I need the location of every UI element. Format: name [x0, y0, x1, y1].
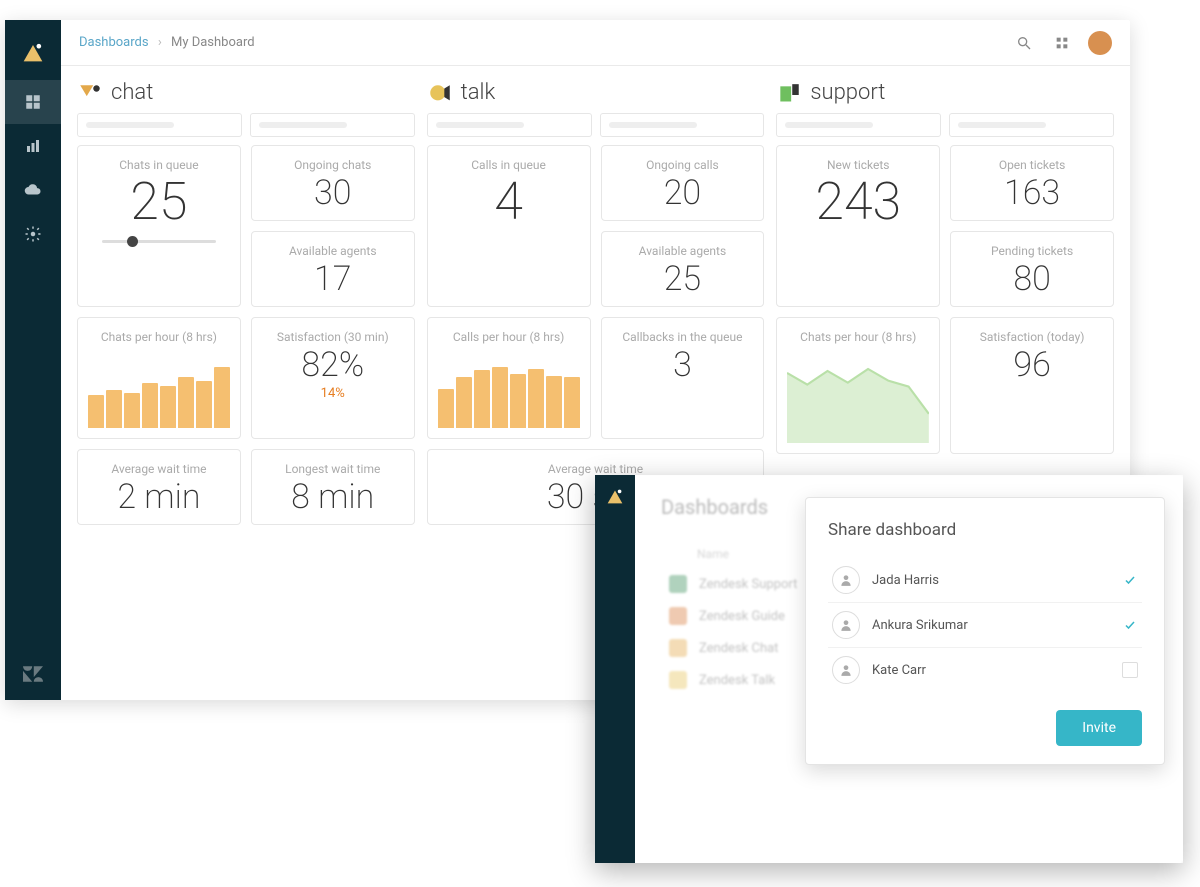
threshold-slider[interactable] — [102, 240, 215, 243]
chat-filter-row — [77, 113, 415, 137]
share-user-row[interactable]: Ankura Srikumar — [828, 603, 1142, 648]
user-avatar[interactable] — [1088, 31, 1112, 55]
filter-pill[interactable] — [250, 113, 415, 137]
share-user-name: Jada Harris — [872, 573, 1122, 588]
card-calls-in-queue[interactable]: Calls in queue 4 — [427, 145, 591, 307]
share-modal: Share dashboard Jada Harris Ankura Sriku… — [805, 497, 1165, 765]
card-satisfaction-support[interactable]: Satisfaction (today) 96 — [950, 317, 1114, 454]
support-header: support — [776, 80, 1114, 105]
card-chats-per-hour[interactable]: Chats per hour (8 hrs) — [77, 317, 241, 439]
card-ongoing-chats[interactable]: Ongoing chats 30 — [251, 145, 415, 221]
product-logo-icon — [19, 38, 47, 66]
card-open-tickets[interactable]: Open tickets 163 — [950, 145, 1114, 221]
sidebar-item-settings[interactable] — [5, 212, 61, 256]
dashboard-name: Zendesk Talk — [699, 673, 775, 688]
search-icon[interactable] — [1012, 31, 1036, 55]
card-pending-tickets[interactable]: Pending tickets 80 — [950, 231, 1114, 307]
invite-button[interactable]: Invite — [1056, 710, 1142, 746]
share-user-name: Kate Carr — [872, 663, 1122, 678]
product-icon — [669, 639, 687, 657]
card-label: Chats in queue — [119, 158, 198, 172]
product-icon — [669, 575, 687, 593]
grid-icon[interactable] — [1050, 31, 1074, 55]
user-icon — [832, 656, 860, 684]
product-icon — [669, 671, 687, 689]
user-icon — [832, 566, 860, 594]
card-value: 25 — [130, 176, 187, 228]
card-available-agents-talk[interactable]: Available agents 25 — [601, 231, 765, 307]
share-user-row[interactable]: Kate Carr — [828, 648, 1142, 692]
filter-pill[interactable] — [949, 113, 1114, 137]
breadcrumb-current: My Dashboard — [171, 35, 255, 50]
sidebar — [5, 20, 61, 700]
breadcrumb[interactable]: Dashboards › My Dashboard — [79, 35, 255, 50]
chat-column: chat Chats in queue 25 Ongoing chats 30 — [77, 80, 415, 700]
filter-pill[interactable] — [77, 113, 242, 137]
filter-pill[interactable] — [427, 113, 592, 137]
card-callbacks[interactable]: Callbacks in the queue 3 — [601, 317, 765, 439]
topbar: Dashboards › My Dashboard — [61, 20, 1130, 66]
share-user-name: Ankura Srikumar — [872, 618, 1122, 633]
product-icon — [669, 607, 687, 625]
product-logo-icon — [604, 485, 626, 507]
dashboard-name: Zendesk Support — [699, 577, 797, 592]
share-modal-title: Share dashboard — [828, 520, 1142, 540]
card-calls-per-hour[interactable]: Calls per hour (8 hrs) — [427, 317, 591, 439]
sidebar-item-reports[interactable] — [5, 124, 61, 168]
breadcrumb-root[interactable]: Dashboards — [79, 35, 149, 50]
chat-icon — [77, 82, 103, 104]
filter-pill[interactable] — [776, 113, 941, 137]
sidebar-item-cloud[interactable] — [5, 168, 61, 212]
card-chats-in-queue[interactable]: Chats in queue 25 — [77, 145, 241, 307]
dashboard-name: Zendesk Chat — [699, 641, 778, 656]
zendesk-logo-icon — [23, 666, 43, 686]
support-icon — [776, 82, 802, 104]
filter-pill[interactable] — [600, 113, 765, 137]
card-longest-wait-chat[interactable]: Longest wait time 8 min — [251, 449, 415, 525]
card-avg-wait-chat[interactable]: Average wait time 2 min — [77, 449, 241, 525]
user-icon — [832, 611, 860, 639]
dashboard-name: Zendesk Guide — [699, 609, 785, 624]
checkbox-empty[interactable] — [1122, 662, 1138, 678]
support-area-chart — [787, 358, 929, 443]
talk-bar-chart — [438, 358, 580, 428]
card-support-per-hour[interactable]: Chats per hour (8 hrs) — [776, 317, 940, 454]
talk-icon — [427, 82, 453, 104]
chevron-right-icon: › — [158, 35, 162, 50]
chat-bar-chart — [88, 358, 230, 428]
card-ongoing-calls[interactable]: Ongoing calls 20 — [601, 145, 765, 221]
share-sidebar — [595, 475, 635, 863]
share-dashboard-window: Dashboards Name Zendesk SupportZendesk G… — [595, 475, 1183, 863]
card-available-agents-chat[interactable]: Available agents 17 — [251, 231, 415, 307]
sidebar-item-dashboards[interactable] — [5, 80, 61, 124]
chat-header: chat — [77, 80, 415, 105]
card-new-tickets[interactable]: New tickets 243 — [776, 145, 940, 307]
check-icon[interactable] — [1122, 617, 1138, 633]
check-icon[interactable] — [1122, 572, 1138, 588]
card-satisfaction-chat[interactable]: Satisfaction (30 min) 82% 14% — [251, 317, 415, 439]
share-user-row[interactable]: Jada Harris — [828, 558, 1142, 603]
talk-header: talk — [427, 80, 765, 105]
